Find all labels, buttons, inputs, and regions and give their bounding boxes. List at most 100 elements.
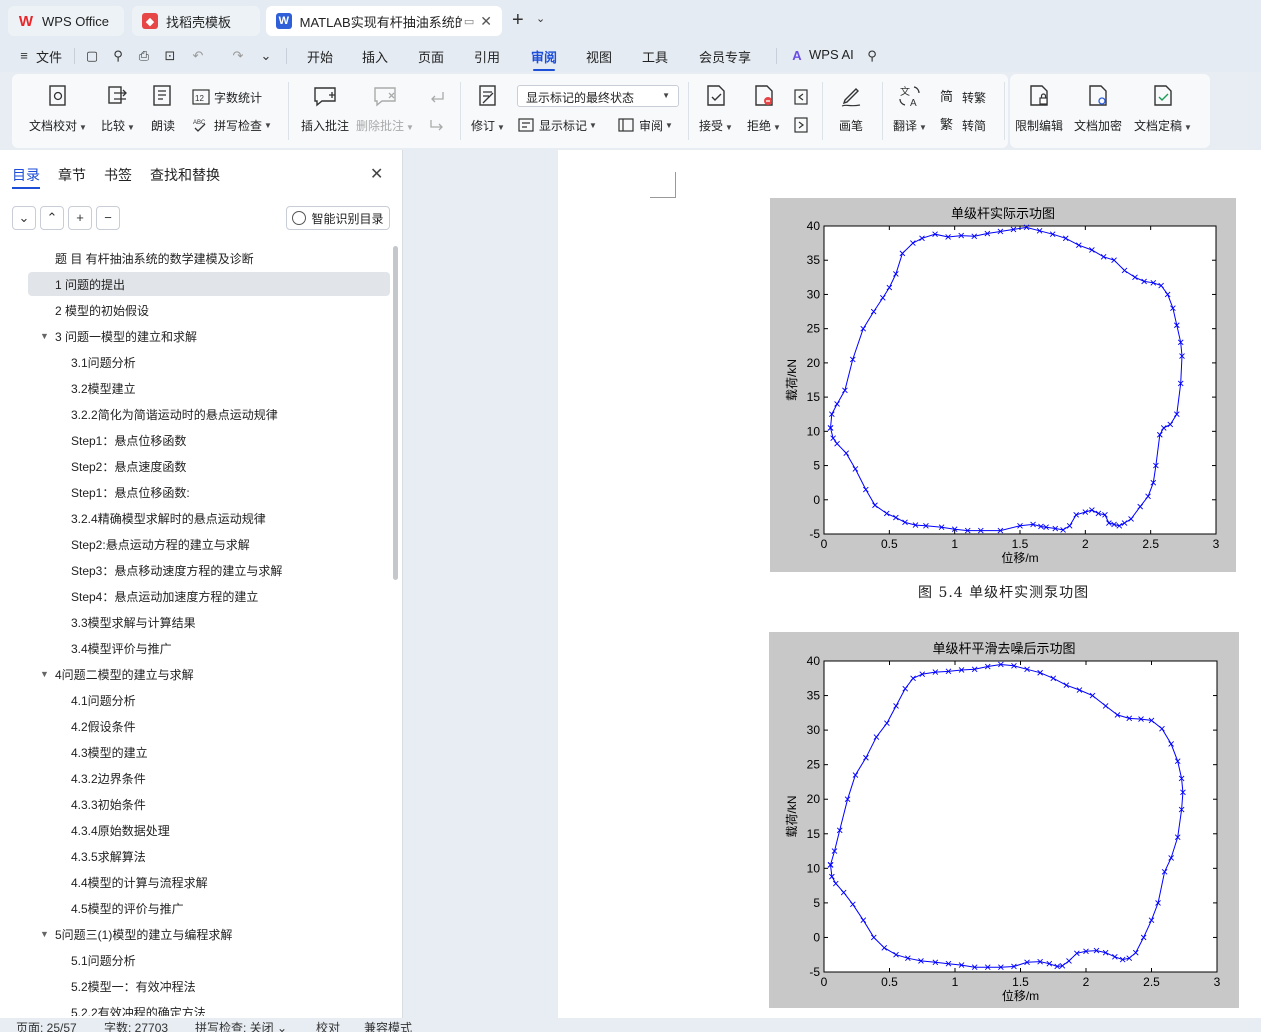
toc-item[interactable]: 3.2.4精确模型求解时的悬点运动规律: [0, 506, 390, 530]
toc-item[interactable]: ▼ 4问题二模型的建立与求解: [0, 662, 390, 686]
toc-item[interactable]: Step3：悬点移动速度方程的建立与求解: [0, 558, 390, 582]
previous-comment-icon[interactable]: [428, 88, 446, 106]
toc-item[interactable]: 5.2模型一：有效冲程法: [0, 974, 390, 998]
print-preview-icon[interactable]: ⊡: [162, 48, 178, 64]
toc-item[interactable]: 4.3模型的建立: [0, 740, 390, 764]
to-simplified-button[interactable]: 繁 转简: [940, 116, 986, 134]
menu-references[interactable]: 引用: [474, 47, 500, 66]
toc-item[interactable]: 3.1问题分析: [0, 350, 390, 374]
tab-toc[interactable]: 目录: [12, 165, 40, 189]
compare-button[interactable]: 比较 ▼: [98, 74, 138, 134]
remove-heading-button[interactable]: −: [96, 206, 120, 230]
ink-button[interactable]: 画笔: [834, 74, 868, 134]
toc-item[interactable]: 3.2模型建立: [0, 376, 390, 400]
close-tab-icon[interactable]: ✕: [480, 13, 492, 30]
show-markup-button[interactable]: 显示标记 ▼: [517, 116, 597, 134]
insert-comment-button[interactable]: 插入批注: [298, 74, 352, 134]
toc-item[interactable]: ▼ 3 问题一模型的建立和求解: [0, 324, 390, 348]
share-icon[interactable]: ⚲: [110, 48, 126, 64]
tab-find-replace[interactable]: 查找和替换: [150, 165, 220, 185]
tab-bookmarks[interactable]: 书签: [104, 165, 132, 185]
redo-icon[interactable]: ↷: [230, 48, 246, 64]
next-comment-icon[interactable]: [428, 116, 446, 134]
toc-item-label: 4问题二模型的建立与求解: [55, 667, 194, 682]
review-pane-button[interactable]: 审阅 ▼: [617, 116, 673, 134]
finalize-button[interactable]: 文档定稿 ▼: [1132, 74, 1194, 134]
menu-wps-ai[interactable]: WPS AI: [809, 47, 854, 62]
word-count-button[interactable]: 12 字数统计: [192, 88, 262, 106]
add-heading-button[interactable]: +: [68, 206, 92, 230]
toc-item[interactable]: 题 目 有杆抽油系统的数学建模及诊断: [0, 246, 390, 270]
print-icon[interactable]: ⎙: [136, 48, 152, 64]
menu-view[interactable]: 视图: [586, 47, 612, 66]
word-count-indicator[interactable]: 字数: 27703: [104, 1019, 168, 1032]
menu-member[interactable]: 会员专享: [699, 47, 751, 66]
expand-up-button[interactable]: ⌃: [40, 206, 64, 230]
toc-scrollbar[interactable]: [393, 246, 398, 580]
previous-change-icon[interactable]: [792, 88, 810, 106]
hamburger-icon[interactable]: ≡: [16, 48, 32, 64]
toc-item[interactable]: Step1：悬点位移函数:: [0, 480, 390, 504]
toc-item[interactable]: 4.5模型的评价与推广: [0, 896, 390, 920]
new-tab-icon[interactable]: +: [512, 9, 524, 32]
spell-check-button[interactable]: ABC 拼写检查 ▼: [192, 116, 272, 134]
restrict-editing-button[interactable]: 限制编辑: [1014, 74, 1064, 134]
toc-item[interactable]: 4.3.3初始条件: [0, 792, 390, 816]
menu-tools[interactable]: 工具: [642, 47, 668, 66]
close-icon[interactable]: ✕: [370, 164, 383, 184]
expand-arrow-icon[interactable]: ▼: [40, 669, 49, 679]
toc-item[interactable]: 4.3.5求解算法: [0, 844, 390, 868]
toc-item[interactable]: Step4：悬点运动加速度方程的建立: [0, 584, 390, 608]
next-change-icon[interactable]: [792, 116, 810, 134]
reject-button[interactable]: 拒绝 ▼: [744, 74, 784, 134]
toc-item[interactable]: Step2:悬点运动方程的建立与求解: [0, 532, 390, 556]
toc-item[interactable]: Step1：悬点位移函数: [0, 428, 390, 452]
toc-item[interactable]: 4.4模型的计算与流程求解: [0, 870, 390, 894]
proofread-status[interactable]: 校对: [316, 1019, 340, 1032]
proofread-button[interactable]: 文档校对 ▼: [28, 74, 88, 134]
menu-home[interactable]: 开始: [307, 47, 333, 66]
toc-item[interactable]: 1 问题的提出: [28, 272, 390, 296]
chevron-down-icon[interactable]: ⌄: [258, 48, 274, 64]
toc-item[interactable]: Step2：悬点速度函数: [0, 454, 390, 478]
delete-comment-button[interactable]: 删除批注 ▼: [356, 74, 414, 134]
expand-arrow-icon[interactable]: ▼: [40, 331, 49, 341]
tab-wps-office[interactable]: W WPS Office: [8, 6, 124, 36]
toc-item[interactable]: 4.2假设条件: [0, 714, 390, 738]
smart-toc-button[interactable]: 智能识别目录: [286, 206, 390, 230]
toc-item[interactable]: 3.2.2简化为简谐运动时的悬点运动规律: [0, 402, 390, 426]
toc-item[interactable]: 5.2.2有效冲程的确定方法: [0, 1000, 390, 1017]
tab-docer-templates[interactable]: ◆ 找稻壳模板: [132, 6, 260, 36]
toc-item[interactable]: 2 模型的初始假设: [0, 298, 390, 322]
toc-item[interactable]: 5.1问题分析: [0, 948, 390, 972]
toc-item[interactable]: ▼ 5问题三(1)模型的建立与编程求解: [0, 922, 390, 946]
spell-check-status[interactable]: 拼写检查: 关闭 ⌄: [195, 1019, 287, 1032]
toc-item[interactable]: 4.3.2边界条件: [0, 766, 390, 790]
undo-icon[interactable]: ↶: [190, 48, 206, 64]
search-icon[interactable]: ⚲: [864, 48, 880, 64]
track-changes-button[interactable]: 修订 ▼: [468, 74, 508, 134]
tab-current-document[interactable]: W MATLAB实现有杆抽油系统的数学建模及诊断 ▭ ✕: [266, 6, 502, 36]
to-traditional-button[interactable]: 简 转繁: [940, 88, 986, 106]
toc-item[interactable]: 4.1问题分析: [0, 688, 390, 712]
save-icon[interactable]: ▢: [84, 48, 100, 64]
toc-item[interactable]: 3.3模型求解与计算结果: [0, 610, 390, 634]
menu-file[interactable]: 文件: [36, 47, 62, 66]
menu-insert[interactable]: 插入: [362, 47, 388, 66]
translate-button[interactable]: 文A 翻译 ▼: [888, 74, 932, 134]
toc-item[interactable]: 4.3.4原始数据处理: [0, 818, 390, 842]
menu-review[interactable]: 审阅: [531, 47, 557, 71]
tab-sections[interactable]: 章节: [58, 165, 86, 185]
toc-item[interactable]: 3.4模型评价与推广: [0, 636, 390, 660]
accept-button[interactable]: 接受 ▼: [696, 74, 736, 134]
document-page[interactable]: 单级杆实际示功图 0 0.5 1 1.5 2 2.5 3 40 35 30 25 20 15 10 5 0 -5…: [558, 150, 1261, 1018]
chevron-down-icon[interactable]: ⌄: [536, 12, 545, 25]
expand-arrow-icon[interactable]: ▼: [40, 929, 49, 939]
collapse-all-button[interactable]: ⌄: [12, 206, 36, 230]
y-tick-label: 0: [813, 930, 820, 944]
page-indicator[interactable]: 页面: 25/57: [16, 1019, 77, 1032]
menu-page[interactable]: 页面: [418, 47, 444, 66]
read-aloud-button[interactable]: 朗读: [148, 74, 178, 134]
encrypt-button[interactable]: 文档加密: [1072, 74, 1124, 134]
markup-state-select[interactable]: 显示标记的最终状态 ▼: [517, 85, 679, 107]
